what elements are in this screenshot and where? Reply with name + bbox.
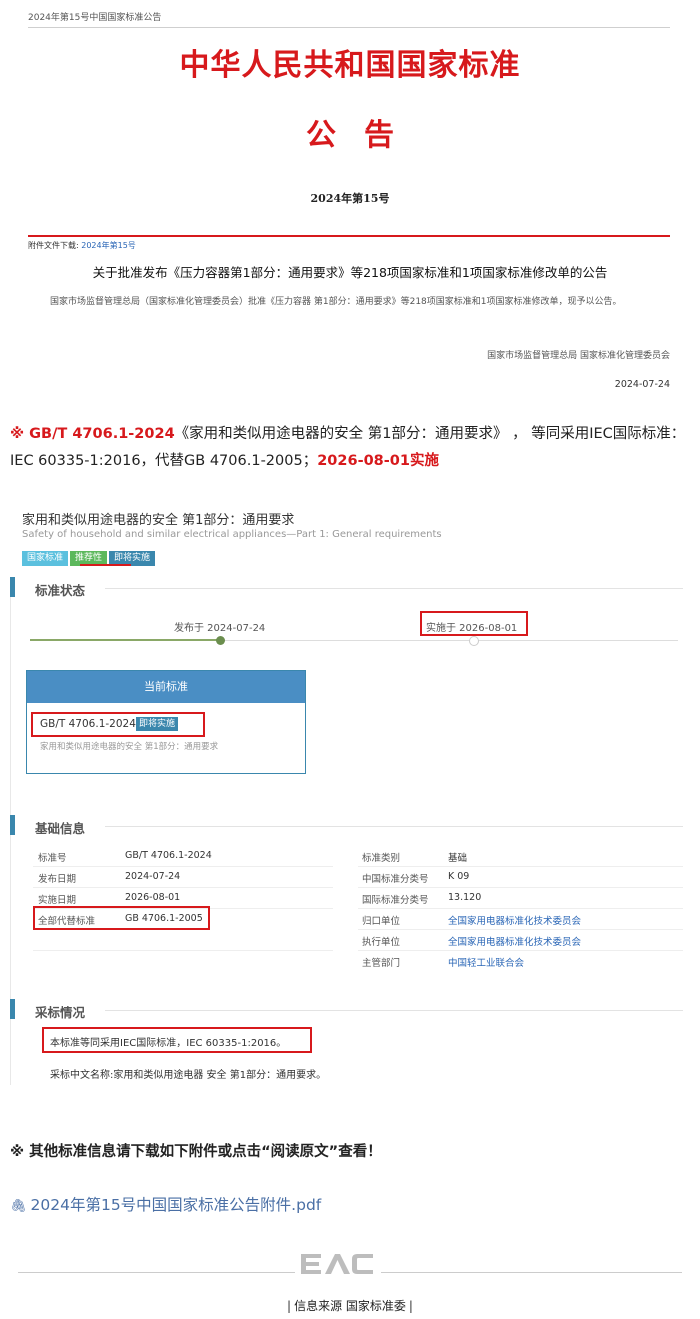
section-title-adoption: 采标情况: [35, 1005, 86, 1020]
info-label: 全部代替标准: [38, 916, 96, 927]
announcement-signature: 国家市场监督管理总局 国家标准化管理委员会: [487, 351, 670, 361]
timeline-implemented-label: 实施于 2026-08-01: [426, 623, 518, 634]
current-standard-header: 当前标准: [27, 671, 305, 703]
attachment-file-link[interactable]: 🖇 2024年第15号中国国家标准公告附件.pdf: [10, 1193, 321, 1215]
section-marker: [10, 815, 15, 835]
eac-logo: [295, 1252, 381, 1274]
timeline-dot-published: [216, 636, 225, 645]
intro-standard-code: ※ GB/T 4706.1-2024: [10, 426, 175, 442]
info-value: 2024-07-24: [125, 871, 181, 882]
intro-paragraph: ※ GB/T 4706.1-2024《家用和类似用途电器的安全 第1部分：通用要…: [10, 421, 692, 475]
tag-national-standard: 国家标准: [22, 551, 69, 566]
info-label: 中国标准分类号: [362, 874, 429, 885]
row-divider: [33, 887, 333, 888]
paperclip-icon: 🖇: [10, 1199, 27, 1214]
announcement-body: 国家市场监督管理总局（国家标准化管理委员会）批准《压力容器 第1部分：通用要求》…: [50, 297, 622, 307]
row-divider: [33, 950, 333, 951]
info-value: 13.120: [448, 892, 482, 903]
info-label: 归口单位: [362, 916, 401, 927]
section-title-status: 标准状态: [35, 583, 86, 598]
current-standard-code[interactable]: GB/T 4706.1-2024: [40, 718, 136, 730]
standard-title-cn: 家用和类似用途电器的安全 第1部分：通用要求: [22, 513, 295, 528]
info-label: 实施日期: [38, 895, 77, 906]
standard-title-en: Safety of household and similar electric…: [22, 529, 442, 540]
info-label: 发布日期: [38, 874, 77, 885]
info-label: 执行单位: [362, 937, 401, 948]
timeline-progress: [30, 639, 220, 641]
standard-tags: 国家标准 推荐性 即将实施: [22, 545, 157, 566]
note-text: ※ 其他标准信息请下载如下附件或点击“阅读原文”查看！: [10, 1144, 382, 1160]
announcement-date: 2024-07-24: [614, 379, 670, 390]
attachment-download-line: 附件文件下载: 2024年第15号: [28, 240, 136, 251]
info-value: K 09: [448, 871, 470, 882]
info-label: 国际标准分类号: [362, 895, 429, 906]
info-link-value[interactable]: 全国家用电器标准化技术委员会: [448, 913, 581, 927]
adoption-cn-name: 采标中文名称:家用和类似用途电器 安全 第1部分：通用要求。: [50, 1070, 327, 1081]
separator-bar: |: [408, 1299, 413, 1313]
timeline-dot-implemented: [469, 636, 479, 646]
row-divider: [358, 929, 683, 930]
current-standard-desc: 家用和类似用途电器的安全 第1部分：通用要求: [40, 742, 219, 752]
info-label: 标准号: [38, 853, 67, 864]
row-divider: [358, 887, 683, 888]
section-marker: [10, 999, 15, 1019]
row-divider: [358, 908, 683, 909]
divider: [28, 27, 670, 28]
section-marker: [10, 577, 15, 597]
announcement-heading: 关于批准发布《压力容器第1部分：通用要求》等218项国家标准和1项国家标准修改单…: [92, 265, 608, 280]
section-rule: [105, 588, 683, 589]
row-divider: [358, 866, 683, 867]
timeline-published-label: 发布于 2024-07-24: [174, 623, 266, 634]
red-divider: [28, 235, 670, 237]
current-standard-tag: 即将实施: [136, 717, 179, 731]
intro-effective-date: 2026-08-01实施: [317, 453, 439, 469]
announcement-notice-word: 公告: [306, 118, 422, 153]
issue-number: 2024年第15号: [310, 192, 390, 205]
info-label: 主管部门: [362, 958, 401, 969]
info-label: 标准类别: [362, 853, 401, 864]
info-value: 基础: [448, 853, 468, 864]
section-title-basic-info: 基础信息: [35, 821, 86, 836]
info-value: 2026-08-01: [125, 892, 181, 903]
attachment-label: 附件文件下载:: [28, 241, 79, 250]
announcement-title: 中华人民共和国国家标准: [179, 48, 521, 83]
info-value: GB/T 4706.1-2024: [125, 850, 212, 861]
footer-source: | 信息来源 国家标准委 |: [0, 1297, 700, 1314]
highlight-underline: [80, 564, 131, 566]
breadcrumb: 2024年第15号中国国家标准公告: [28, 13, 162, 23]
attachment-file-name: 2024年第15号中国国家标准公告附件.pdf: [30, 1196, 322, 1214]
adoption-statement: 本标准等同采用IEC国际标准，IEC 60335-1:2016。: [50, 1038, 287, 1049]
attachment-download-link[interactable]: 2024年第15号: [81, 241, 136, 250]
row-divider: [33, 866, 333, 867]
section-rule: [105, 826, 683, 827]
row-divider: [358, 950, 683, 951]
timeline-track: [220, 640, 678, 641]
separator-bar: |: [287, 1299, 292, 1313]
info-link-value[interactable]: 中国轻工业联合会: [448, 955, 524, 969]
source-text: 信息来源 国家标准委: [294, 1299, 406, 1313]
info-value: GB 4706.1-2005: [125, 913, 203, 924]
info-link-value[interactable]: 全国家用电器标准化技术委员会: [448, 934, 581, 948]
section-rule: [105, 1010, 683, 1011]
